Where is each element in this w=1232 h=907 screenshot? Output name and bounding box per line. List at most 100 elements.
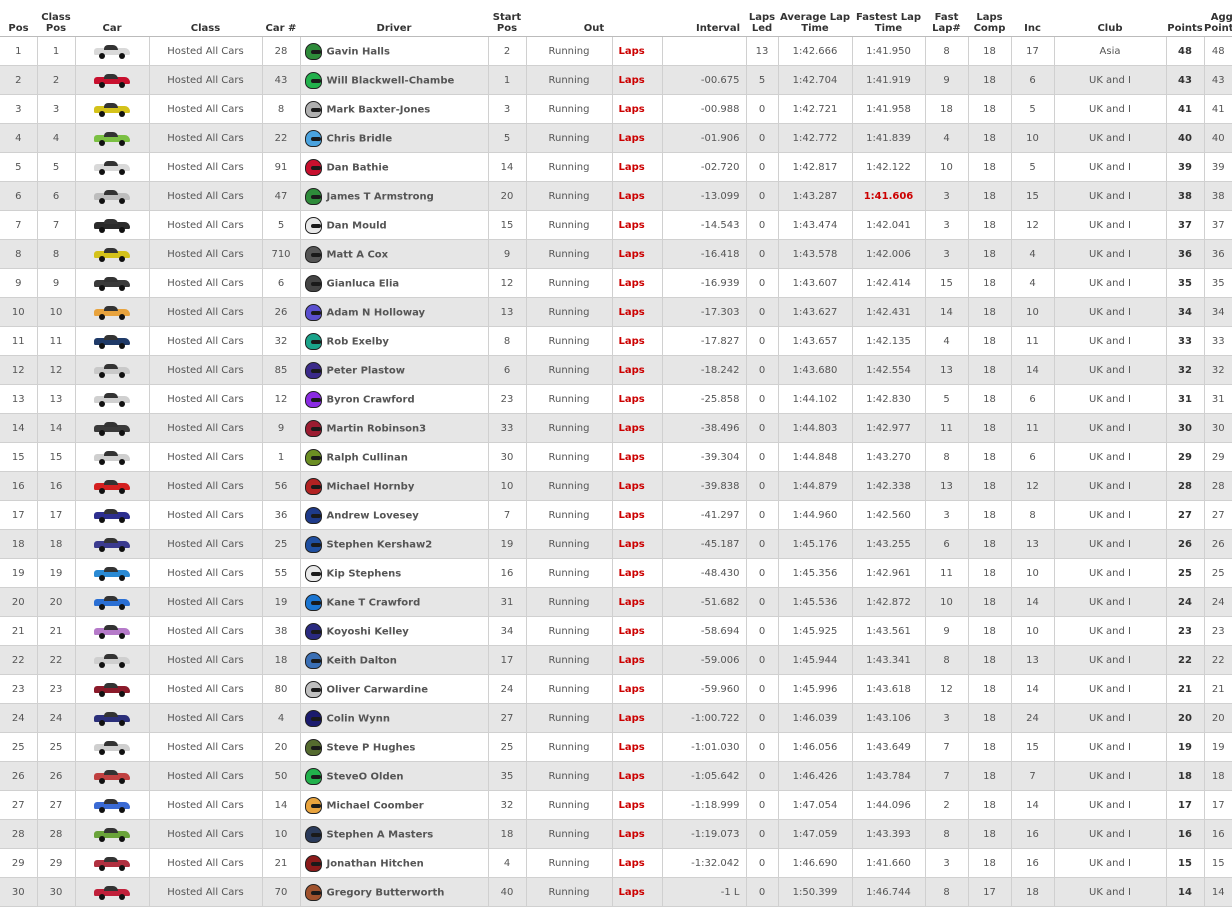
- table-row[interactable]: 1 1 Hosted All Cars 28 Gavin Halls 2 Running La…: [0, 36, 1232, 66]
- driver-cell[interactable]: Kip Stephens: [300, 558, 489, 588]
- table-row[interactable]: 18 18 Hosted All Cars 25 Stephen Kershaw2 19 R…: [0, 529, 1232, 559]
- out-laps-link[interactable]: Laps: [612, 558, 663, 588]
- driver-name[interactable]: Koyoshi Kelley: [327, 626, 409, 637]
- out-laps-link[interactable]: Laps: [612, 616, 663, 646]
- out-laps-link[interactable]: Laps: [612, 442, 663, 472]
- table-row[interactable]: 19 19 Hosted All Cars 55 Kip Stephens 16 Runni…: [0, 558, 1232, 588]
- driver-cell[interactable]: Adam N Holloway: [300, 297, 489, 327]
- driver-name[interactable]: Byron Crawford: [327, 394, 415, 405]
- table-row[interactable]: 28 28 Hosted All Cars 10 Stephen A Masters 18…: [0, 819, 1232, 849]
- col-header-points[interactable]: Points: [1166, 0, 1204, 37]
- col-header-laps-led[interactable]: Laps Led: [746, 0, 778, 37]
- out-laps-link[interactable]: Laps: [612, 529, 663, 559]
- col-header-class-pos[interactable]: Class Pos: [37, 0, 75, 37]
- table-row[interactable]: 7 7 Hosted All Cars 5 Dan Mould 15 Running Laps…: [0, 210, 1232, 240]
- col-header-club[interactable]: Club: [1054, 0, 1166, 37]
- out-laps-link[interactable]: Laps: [612, 181, 663, 211]
- driver-cell[interactable]: Gavin Halls: [300, 36, 489, 66]
- driver-cell[interactable]: Chris Bridle: [300, 123, 489, 153]
- out-laps-link[interactable]: Laps: [612, 471, 663, 501]
- table-row[interactable]: 23 23 Hosted All Cars 80 Oliver Carwardine 24…: [0, 674, 1232, 704]
- driver-name[interactable]: Kip Stephens: [327, 568, 402, 579]
- driver-name[interactable]: Gianluca Elia: [327, 278, 400, 289]
- col-header-car-number[interactable]: Car #: [262, 0, 300, 37]
- driver-cell[interactable]: Martin Robinson3: [300, 413, 489, 443]
- driver-name[interactable]: Gregory Butterworth: [327, 887, 445, 898]
- table-row[interactable]: 20 20 Hosted All Cars 19 Kane T Crawford 31 Ru…: [0, 587, 1232, 617]
- driver-cell[interactable]: Rob Exelby: [300, 326, 489, 356]
- table-row[interactable]: 4 4 Hosted All Cars 22 Chris Bridle 5 Running L…: [0, 123, 1232, 153]
- driver-cell[interactable]: Koyoshi Kelley: [300, 616, 489, 646]
- table-row[interactable]: 16 16 Hosted All Cars 56 Michael Hornby 10 Run…: [0, 471, 1232, 501]
- out-laps-link[interactable]: Laps: [612, 94, 663, 124]
- driver-cell[interactable]: Matt A Cox: [300, 239, 489, 269]
- out-laps-link[interactable]: Laps: [612, 297, 663, 327]
- driver-cell[interactable]: Ralph Cullinan: [300, 442, 489, 472]
- driver-cell[interactable]: Dan Mould: [300, 210, 489, 240]
- driver-name[interactable]: Martin Robinson3: [327, 423, 427, 434]
- col-header-out[interactable]: Out: [526, 0, 662, 37]
- col-header-pos[interactable]: Pos: [0, 0, 37, 37]
- out-laps-link[interactable]: Laps: [612, 268, 663, 298]
- driver-name[interactable]: James T Armstrong: [327, 191, 434, 202]
- driver-name[interactable]: Adam N Holloway: [327, 307, 426, 318]
- driver-cell[interactable]: Michael Coomber: [300, 790, 489, 820]
- out-laps-link[interactable]: Laps: [612, 761, 663, 791]
- out-laps-link[interactable]: Laps: [612, 123, 663, 153]
- table-row[interactable]: 12 12 Hosted All Cars 85 Peter Plastow 6 Runni…: [0, 355, 1232, 385]
- driver-cell[interactable]: Byron Crawford: [300, 384, 489, 414]
- driver-name[interactable]: Mark Baxter-Jones: [327, 104, 431, 115]
- driver-name[interactable]: Michael Coomber: [327, 800, 424, 811]
- driver-cell[interactable]: Kane T Crawford: [300, 587, 489, 617]
- driver-name[interactable]: Matt A Cox: [327, 249, 389, 260]
- driver-cell[interactable]: James T Armstrong: [300, 181, 489, 211]
- table-row[interactable]: 15 15 Hosted All Cars 1 Ralph Cullinan 30 Runn…: [0, 442, 1232, 472]
- out-laps-link[interactable]: Laps: [612, 384, 663, 414]
- driver-cell[interactable]: Oliver Carwardine: [300, 674, 489, 704]
- table-row[interactable]: 6 6 Hosted All Cars 47 James T Armstrong 20 Ru…: [0, 181, 1232, 211]
- driver-cell[interactable]: Stephen A Masters: [300, 819, 489, 849]
- driver-cell[interactable]: Peter Plastow: [300, 355, 489, 385]
- table-row[interactable]: 22 22 Hosted All Cars 18 Keith Dalton 17 Runni…: [0, 645, 1232, 675]
- driver-name[interactable]: Chris Bridle: [327, 133, 393, 144]
- out-laps-link[interactable]: Laps: [612, 674, 663, 704]
- table-row[interactable]: 29 29 Hosted All Cars 21 Jonathan Hitchen 4 Ru…: [0, 848, 1232, 878]
- driver-name[interactable]: Kane T Crawford: [327, 597, 421, 608]
- table-row[interactable]: 13 13 Hosted All Cars 12 Byron Crawford 23 Run…: [0, 384, 1232, 414]
- table-row[interactable]: 26 26 Hosted All Cars 50 SteveO Olden 35 Runni…: [0, 761, 1232, 791]
- out-laps-link[interactable]: Laps: [612, 587, 663, 617]
- out-laps-link[interactable]: Laps: [612, 152, 663, 182]
- table-row[interactable]: 21 21 Hosted All Cars 38 Koyoshi Kelley 34 Run…: [0, 616, 1232, 646]
- out-laps-link[interactable]: Laps: [612, 500, 663, 530]
- col-header-laps-comp[interactable]: Laps Comp: [968, 0, 1011, 37]
- driver-cell[interactable]: Gregory Butterworth: [300, 877, 489, 907]
- driver-name[interactable]: Jonathan Hitchen: [327, 858, 424, 869]
- col-header-fast-lap-number[interactable]: Fast Lap#: [925, 0, 968, 37]
- driver-name[interactable]: Michael Hornby: [327, 481, 415, 492]
- driver-cell[interactable]: Jonathan Hitchen: [300, 848, 489, 878]
- driver-name[interactable]: Dan Bathie: [327, 162, 389, 173]
- out-laps-link[interactable]: Laps: [612, 848, 663, 878]
- out-laps-link[interactable]: Laps: [612, 645, 663, 675]
- table-row[interactable]: 17 17 Hosted All Cars 36 Andrew Lovesey 7 Runn…: [0, 500, 1232, 530]
- col-header-inc[interactable]: Inc: [1011, 0, 1054, 37]
- table-row[interactable]: 11 11 Hosted All Cars 32 Rob Exelby 8 Running L…: [0, 326, 1232, 356]
- col-header-average-lap[interactable]: Average Lap Time: [778, 0, 852, 37]
- col-header-fastest-lap[interactable]: Fastest Lap Time: [852, 0, 925, 37]
- col-header-interval[interactable]: Interval: [662, 0, 746, 37]
- driver-cell[interactable]: Stephen Kershaw2: [300, 529, 489, 559]
- driver-cell[interactable]: Andrew Lovesey: [300, 500, 489, 530]
- driver-cell[interactable]: SteveO Olden: [300, 761, 489, 791]
- table-row[interactable]: 27 27 Hosted All Cars 14 Michael Coomber 32 Ru…: [0, 790, 1232, 820]
- col-header-driver[interactable]: Driver: [300, 0, 488, 37]
- driver-name[interactable]: Steve P Hughes: [327, 742, 416, 753]
- out-laps-link[interactable]: Laps: [612, 355, 663, 385]
- col-header-agg-points[interactable]: Agg Points: [1204, 0, 1232, 37]
- col-header-class[interactable]: Class: [149, 0, 262, 37]
- driver-cell[interactable]: Colin Wynn: [300, 703, 489, 733]
- table-row[interactable]: 3 3 Hosted All Cars 8 Mark Baxter-Jones 3 Runn…: [0, 94, 1232, 124]
- table-row[interactable]: 8 8 Hosted All Cars 710 Matt A Cox 9 Running La…: [0, 239, 1232, 269]
- col-header-car[interactable]: Car: [75, 0, 149, 37]
- table-row[interactable]: 14 14 Hosted All Cars 9 Martin Robinson3 33 Ru…: [0, 413, 1232, 443]
- driver-name[interactable]: Stephen A Masters: [327, 829, 434, 840]
